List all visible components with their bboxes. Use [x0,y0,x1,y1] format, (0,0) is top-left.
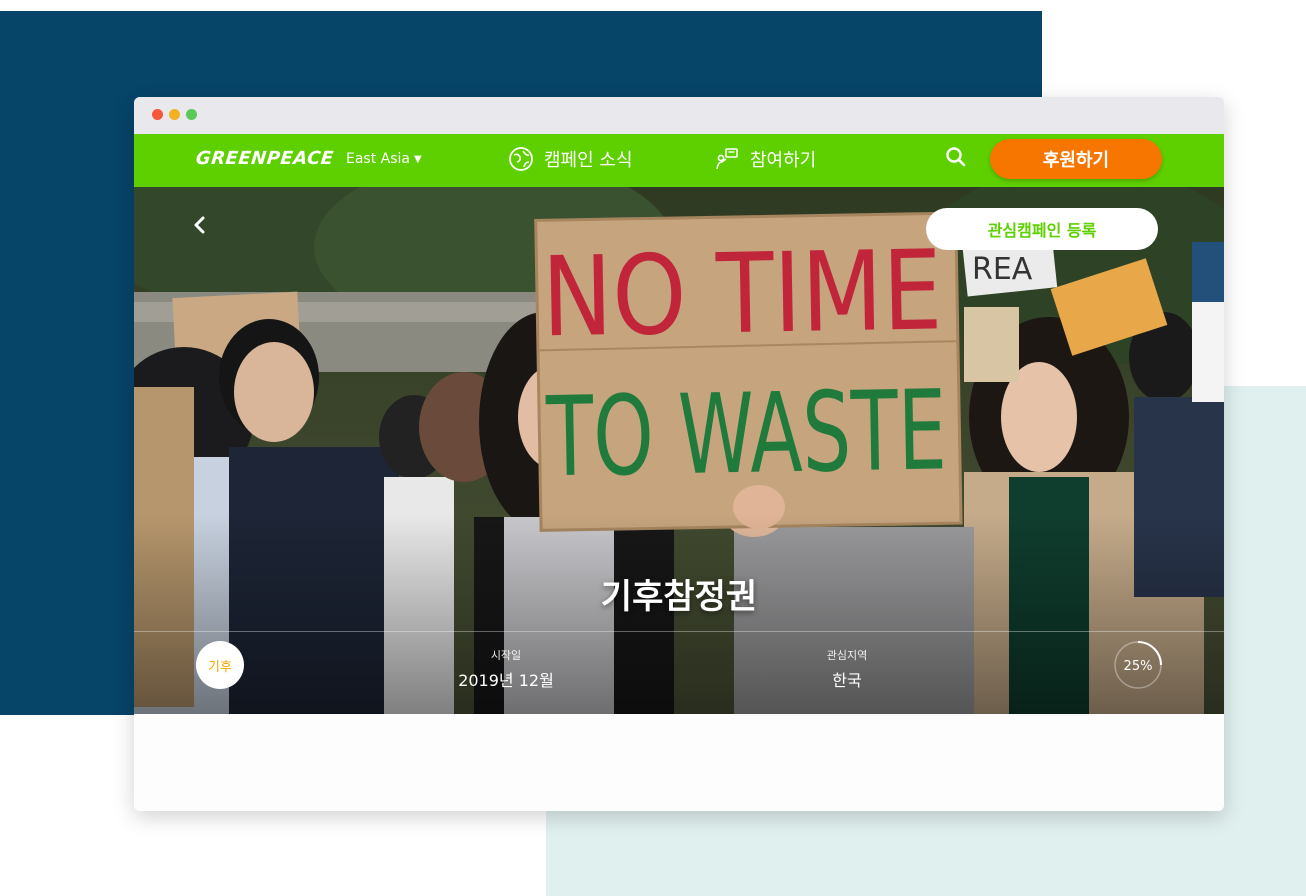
greenpeace-logo[interactable]: GREENPEACE [195,148,335,169]
sign-text-line1: NO TIME [541,226,943,361]
nav-campaign-news-label: 캠페인 소식 [544,150,633,171]
region-label: East Asia [346,151,410,167]
participate-icon [716,148,738,170]
close-window-button[interactable] [152,109,163,120]
nav-participate-label: 참여하기 [750,150,817,171]
campaign-hero: REA NO TIME TO WASTE 관심캠페인 등록 기후참정권 기후 시… [134,187,1224,714]
start-date-value: 2019년 12월 [458,671,554,690]
minimize-window-button[interactable] [169,109,180,120]
follow-campaign-button[interactable]: 관심캠페인 등록 [926,208,1158,250]
browser-titlebar [134,97,1224,134]
search-icon[interactable] [944,145,968,169]
svg-text:REA: REA [972,252,1033,287]
globe-icon [509,147,533,171]
start-date-label: 시작일 [490,649,522,662]
hero-divider [134,631,1224,632]
interest-area-value: 한국 [832,671,862,690]
progress-text: 25% [1124,659,1153,674]
nav-participate[interactable]: 참여하기 [714,146,816,172]
top-navbar: GREENPEACE East Asia ▼ 캠페인 소식 참여하기 후원하기 [134,134,1224,187]
category-tag[interactable]: 기후 [196,641,244,689]
interest-area-info: 관심지역 한국 [777,647,917,691]
nav-campaign-news[interactable]: 캠페인 소식 [508,146,633,172]
interest-area-label: 관심지역 [826,649,868,662]
start-date-info: 시작일 2019년 12월 [436,647,576,691]
back-arrow-icon[interactable] [192,215,206,235]
donate-button[interactable]: 후원하기 [990,139,1162,179]
sign-text-line2: TO WASTE [545,366,948,501]
content-area [134,714,1224,811]
chevron-down-icon: ▼ [414,153,422,165]
progress-ring: 25% [1114,641,1162,689]
region-selector[interactable]: East Asia ▼ [346,151,422,167]
maximize-window-button[interactable] [186,109,197,120]
campaign-title: 기후참정권 [600,577,758,617]
browser-window: GREENPEACE East Asia ▼ 캠페인 소식 참여하기 후원하기 … [134,97,1224,811]
